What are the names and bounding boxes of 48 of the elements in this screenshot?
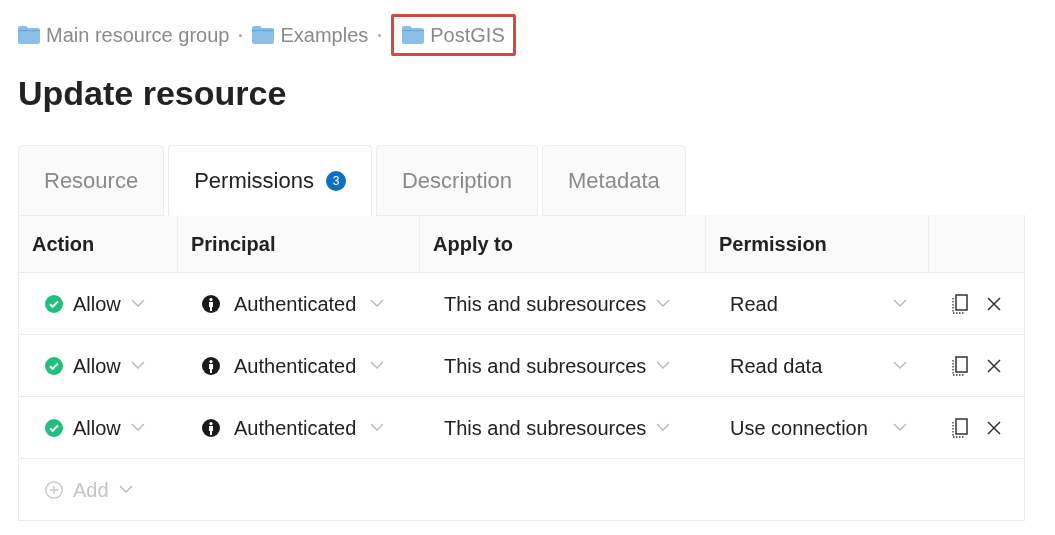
- folder-icon: [252, 26, 275, 44]
- chevron-down-icon: [370, 423, 385, 432]
- chevron-down-icon: [118, 485, 133, 494]
- action-select[interactable]: Allow: [19, 288, 178, 319]
- chevron-down-icon: [370, 299, 385, 308]
- close-icon[interactable]: [987, 296, 1001, 311]
- folder-icon: [402, 26, 425, 44]
- chevron-down-icon: [656, 423, 671, 432]
- person-icon: [202, 294, 220, 313]
- tab[interactable]: Permissions 3: [168, 145, 372, 216]
- plus-circle-icon: [45, 480, 63, 499]
- apply-to-select[interactable]: This and subresources: [420, 288, 706, 319]
- copy-icon[interactable]: [951, 293, 969, 314]
- check-circle-icon: [45, 418, 63, 437]
- chevron-down-icon: [656, 299, 671, 308]
- principal-select[interactable]: Authenticated: [178, 412, 420, 443]
- permission-select[interactable]: Read: [706, 288, 929, 319]
- action-select[interactable]: Allow: [19, 350, 178, 381]
- chevron-down-icon: [893, 299, 907, 308]
- column-header: Permission: [719, 231, 827, 257]
- chevron-down-icon: [370, 361, 385, 370]
- column-header: Apply to: [433, 231, 513, 257]
- chevron-down-icon: [893, 423, 907, 432]
- person-icon: [202, 356, 220, 375]
- action-select[interactable]: Allow: [19, 412, 178, 443]
- apply-to-select[interactable]: This and subresources: [420, 350, 706, 381]
- count-badge: 3: [325, 170, 346, 191]
- permission-select[interactable]: Use connection: [706, 412, 929, 443]
- principal-select[interactable]: Authenticated: [178, 350, 420, 381]
- person-icon: [202, 418, 220, 437]
- check-circle-icon: [45, 356, 63, 375]
- chevron-down-icon: [656, 361, 671, 370]
- permission-select[interactable]: Read data: [706, 350, 929, 381]
- check-circle-icon: [45, 294, 63, 313]
- chevron-down-icon: [130, 361, 145, 370]
- copy-icon[interactable]: [951, 355, 969, 376]
- chevron-down-icon: [130, 299, 145, 308]
- copy-icon[interactable]: [951, 417, 969, 438]
- close-icon[interactable]: [987, 358, 1001, 373]
- page-title: Update resource: [18, 73, 288, 114]
- close-icon[interactable]: [987, 420, 1001, 435]
- chevron-down-icon: [893, 361, 907, 370]
- column-header: Principal: [191, 231, 276, 257]
- principal-select[interactable]: Authenticated: [178, 288, 420, 319]
- chevron-down-icon: [130, 423, 145, 432]
- folder-icon: [18, 26, 40, 44]
- column-header: Action: [32, 231, 95, 257]
- apply-to-select[interactable]: This and subresources: [420, 412, 706, 443]
